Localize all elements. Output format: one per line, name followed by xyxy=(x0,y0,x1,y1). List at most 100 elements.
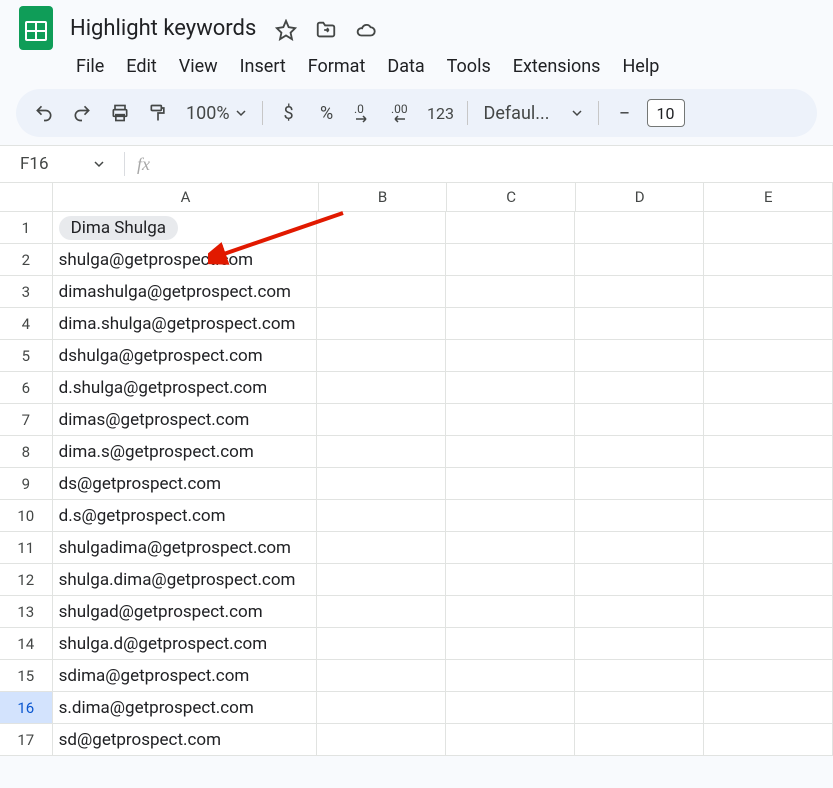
cell[interactable] xyxy=(446,436,575,467)
percent-button[interactable]: % xyxy=(311,97,343,129)
cell[interactable]: dima.s@getprospect.com xyxy=(53,436,317,467)
font-size-decrease[interactable]: − xyxy=(609,97,641,129)
row-header[interactable]: 12 xyxy=(0,564,53,595)
column-header-c[interactable]: C xyxy=(447,183,576,211)
row-header[interactable]: 10 xyxy=(0,500,53,531)
cell[interactable] xyxy=(317,628,446,659)
cell[interactable] xyxy=(317,596,446,627)
cell[interactable] xyxy=(317,308,446,339)
cell[interactable] xyxy=(704,340,833,371)
menu-tools[interactable]: Tools xyxy=(437,52,501,81)
cloud-status-icon[interactable] xyxy=(354,18,378,42)
table-row[interactable]: 15sdima@getprospect.com xyxy=(0,660,833,692)
cell[interactable]: dimas@getprospect.com xyxy=(53,404,317,435)
cell[interactable] xyxy=(446,372,575,403)
number-format-button[interactable]: 123 xyxy=(425,97,457,129)
move-folder-icon[interactable] xyxy=(314,18,338,42)
cell[interactable]: d.shulga@getprospect.com xyxy=(53,372,317,403)
document-title[interactable]: Highlight keywords xyxy=(64,14,262,43)
cell[interactable]: d.s@getprospect.com xyxy=(53,500,317,531)
cell[interactable] xyxy=(575,308,704,339)
sheets-logo[interactable] xyxy=(16,8,56,48)
row-header[interactable]: 4 xyxy=(0,308,53,339)
menu-help[interactable]: Help xyxy=(612,52,669,81)
cell[interactable] xyxy=(704,660,833,691)
cell[interactable] xyxy=(575,532,704,563)
cell[interactable] xyxy=(317,404,446,435)
cell[interactable] xyxy=(575,340,704,371)
menu-file[interactable]: File xyxy=(66,52,114,81)
table-row[interactable]: 12shulga.dima@getprospect.com xyxy=(0,564,833,596)
cell[interactable] xyxy=(575,724,704,755)
table-row[interactable]: 2shulga@getprospect.com xyxy=(0,244,833,276)
cell[interactable] xyxy=(446,404,575,435)
table-row[interactable]: 7dimas@getprospect.com xyxy=(0,404,833,436)
cell[interactable] xyxy=(575,660,704,691)
cell[interactable] xyxy=(317,532,446,563)
menu-edit[interactable]: Edit xyxy=(116,52,166,81)
cell[interactable] xyxy=(446,308,575,339)
cell[interactable] xyxy=(704,468,833,499)
cell[interactable] xyxy=(704,244,833,275)
cell[interactable] xyxy=(446,628,575,659)
table-row[interactable]: 8dima.s@getprospect.com xyxy=(0,436,833,468)
cell[interactable] xyxy=(446,276,575,307)
cell[interactable] xyxy=(446,692,575,723)
zoom-select[interactable]: 100% xyxy=(180,103,252,124)
cell[interactable] xyxy=(704,500,833,531)
paint-format-button[interactable] xyxy=(142,97,174,129)
row-header[interactable]: 6 xyxy=(0,372,53,403)
cell[interactable] xyxy=(317,660,446,691)
cell[interactable] xyxy=(446,532,575,563)
cell[interactable]: shulga.d@getprospect.com xyxy=(53,628,317,659)
cell[interactable] xyxy=(575,692,704,723)
row-header[interactable]: 14 xyxy=(0,628,53,659)
menu-view[interactable]: View xyxy=(169,52,228,81)
row-header[interactable]: 3 xyxy=(0,276,53,307)
table-row[interactable]: 14shulga.d@getprospect.com xyxy=(0,628,833,660)
undo-button[interactable] xyxy=(28,97,60,129)
row-header[interactable]: 1 xyxy=(0,212,53,243)
table-row[interactable]: 1Dima Shulga xyxy=(0,212,833,244)
cell[interactable] xyxy=(704,724,833,755)
cell[interactable]: s.dima@getprospect.com xyxy=(53,692,317,723)
row-header[interactable]: 15 xyxy=(0,660,53,691)
cell[interactable] xyxy=(704,212,833,243)
cell[interactable] xyxy=(575,468,704,499)
cell[interactable] xyxy=(704,564,833,595)
cell[interactable] xyxy=(575,244,704,275)
cell[interactable] xyxy=(575,372,704,403)
cell[interactable] xyxy=(317,276,446,307)
table-row[interactable]: 11shulgadima@getprospect.com xyxy=(0,532,833,564)
column-header-e[interactable]: E xyxy=(704,183,833,211)
row-header[interactable]: 16 xyxy=(0,692,53,723)
cell[interactable] xyxy=(575,404,704,435)
row-header[interactable]: 5 xyxy=(0,340,53,371)
cell[interactable] xyxy=(446,212,575,243)
column-header-b[interactable]: B xyxy=(319,183,448,211)
redo-button[interactable] xyxy=(66,97,98,129)
cell[interactable] xyxy=(575,276,704,307)
menu-insert[interactable]: Insert xyxy=(230,52,296,81)
row-header[interactable]: 13 xyxy=(0,596,53,627)
table-row[interactable]: 17sd@getprospect.com xyxy=(0,724,833,756)
table-row[interactable]: 13shulgad@getprospect.com xyxy=(0,596,833,628)
menu-format[interactable]: Format xyxy=(298,52,376,81)
star-icon[interactable] xyxy=(274,18,298,42)
font-size-input[interactable]: 10 xyxy=(647,99,685,127)
cell[interactable] xyxy=(704,404,833,435)
cell[interactable] xyxy=(704,596,833,627)
cell[interactable]: shulgadima@getprospect.com xyxy=(53,532,317,563)
cell[interactable] xyxy=(446,660,575,691)
cell[interactable] xyxy=(317,340,446,371)
cell[interactable] xyxy=(317,212,446,243)
print-button[interactable] xyxy=(104,97,136,129)
cell[interactable] xyxy=(317,724,446,755)
cell[interactable]: dima.shulga@getprospect.com xyxy=(53,308,317,339)
cell[interactable] xyxy=(575,564,704,595)
font-select[interactable]: Defaul... xyxy=(478,103,588,124)
cell[interactable] xyxy=(575,500,704,531)
cell[interactable] xyxy=(575,212,704,243)
cell[interactable]: ds@getprospect.com xyxy=(53,468,317,499)
cell[interactable]: dimashulga@getprospect.com xyxy=(53,276,317,307)
